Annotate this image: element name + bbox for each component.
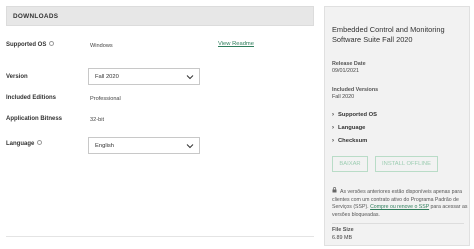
info-icon[interactable] bbox=[37, 140, 43, 145]
downloads-panel: DOWNLOADS Supported OS Windows View Read… bbox=[6, 6, 314, 249]
downloads-header: DOWNLOADS bbox=[6, 6, 314, 26]
view-readme-link[interactable]: View Readme bbox=[218, 41, 254, 47]
chevron-right-icon: › bbox=[332, 112, 334, 118]
ssp-notice: As versões anteriores estão disponíveis … bbox=[332, 187, 468, 219]
checksum-expander[interactable]: › Checksum bbox=[332, 138, 367, 144]
application-bitness-label: Application Bitness bbox=[6, 116, 63, 122]
included-versions-label: Included Versions bbox=[332, 87, 379, 93]
language-label: Language bbox=[6, 140, 43, 147]
language-select[interactable]: English bbox=[88, 137, 200, 154]
included-editions-value: Professional bbox=[90, 95, 121, 102]
lock-icon bbox=[332, 187, 340, 197]
file-size-label: File Size bbox=[332, 227, 354, 233]
included-editions-label: Included Editions bbox=[6, 95, 57, 101]
supported-os-expander[interactable]: › Supported OS bbox=[332, 112, 377, 118]
chevron-right-icon: › bbox=[332, 138, 334, 144]
bottom-divider bbox=[6, 236, 314, 237]
version-select-value: Fall 2020 bbox=[95, 74, 119, 80]
file-size-separator bbox=[332, 223, 464, 224]
chevron-right-icon: › bbox=[332, 125, 334, 131]
version-select[interactable]: Fall 2020 bbox=[88, 68, 200, 85]
chevron-down-icon bbox=[186, 75, 194, 80]
info-icon[interactable] bbox=[49, 41, 55, 46]
language-select-value: English bbox=[95, 143, 115, 149]
details-panel: Embedded Control and Monitoring Software… bbox=[324, 6, 470, 246]
supported-os-value: Windows bbox=[90, 42, 113, 49]
ssp-renew-link[interactable]: Compre ou renove o SSP bbox=[370, 204, 429, 210]
chevron-down-icon bbox=[186, 144, 194, 149]
file-size-value: 6.89 MB bbox=[332, 235, 353, 241]
included-versions-value: Fall 2020 bbox=[332, 94, 355, 100]
application-bitness-value: 32-bit bbox=[90, 116, 104, 123]
language-expander[interactable]: › Language bbox=[332, 125, 365, 131]
release-date-value: 09/01/2021 bbox=[332, 68, 359, 74]
release-date-label: Release Date bbox=[332, 61, 366, 67]
product-title: Embedded Control and Monitoring Software… bbox=[332, 25, 445, 44]
supported-os-label: Supported OS bbox=[6, 41, 55, 48]
install-offline-button[interactable]: INSTALL OFFLINE bbox=[375, 156, 438, 172]
download-button[interactable]: BAIXAR bbox=[332, 156, 368, 172]
version-label: Version bbox=[6, 74, 28, 80]
